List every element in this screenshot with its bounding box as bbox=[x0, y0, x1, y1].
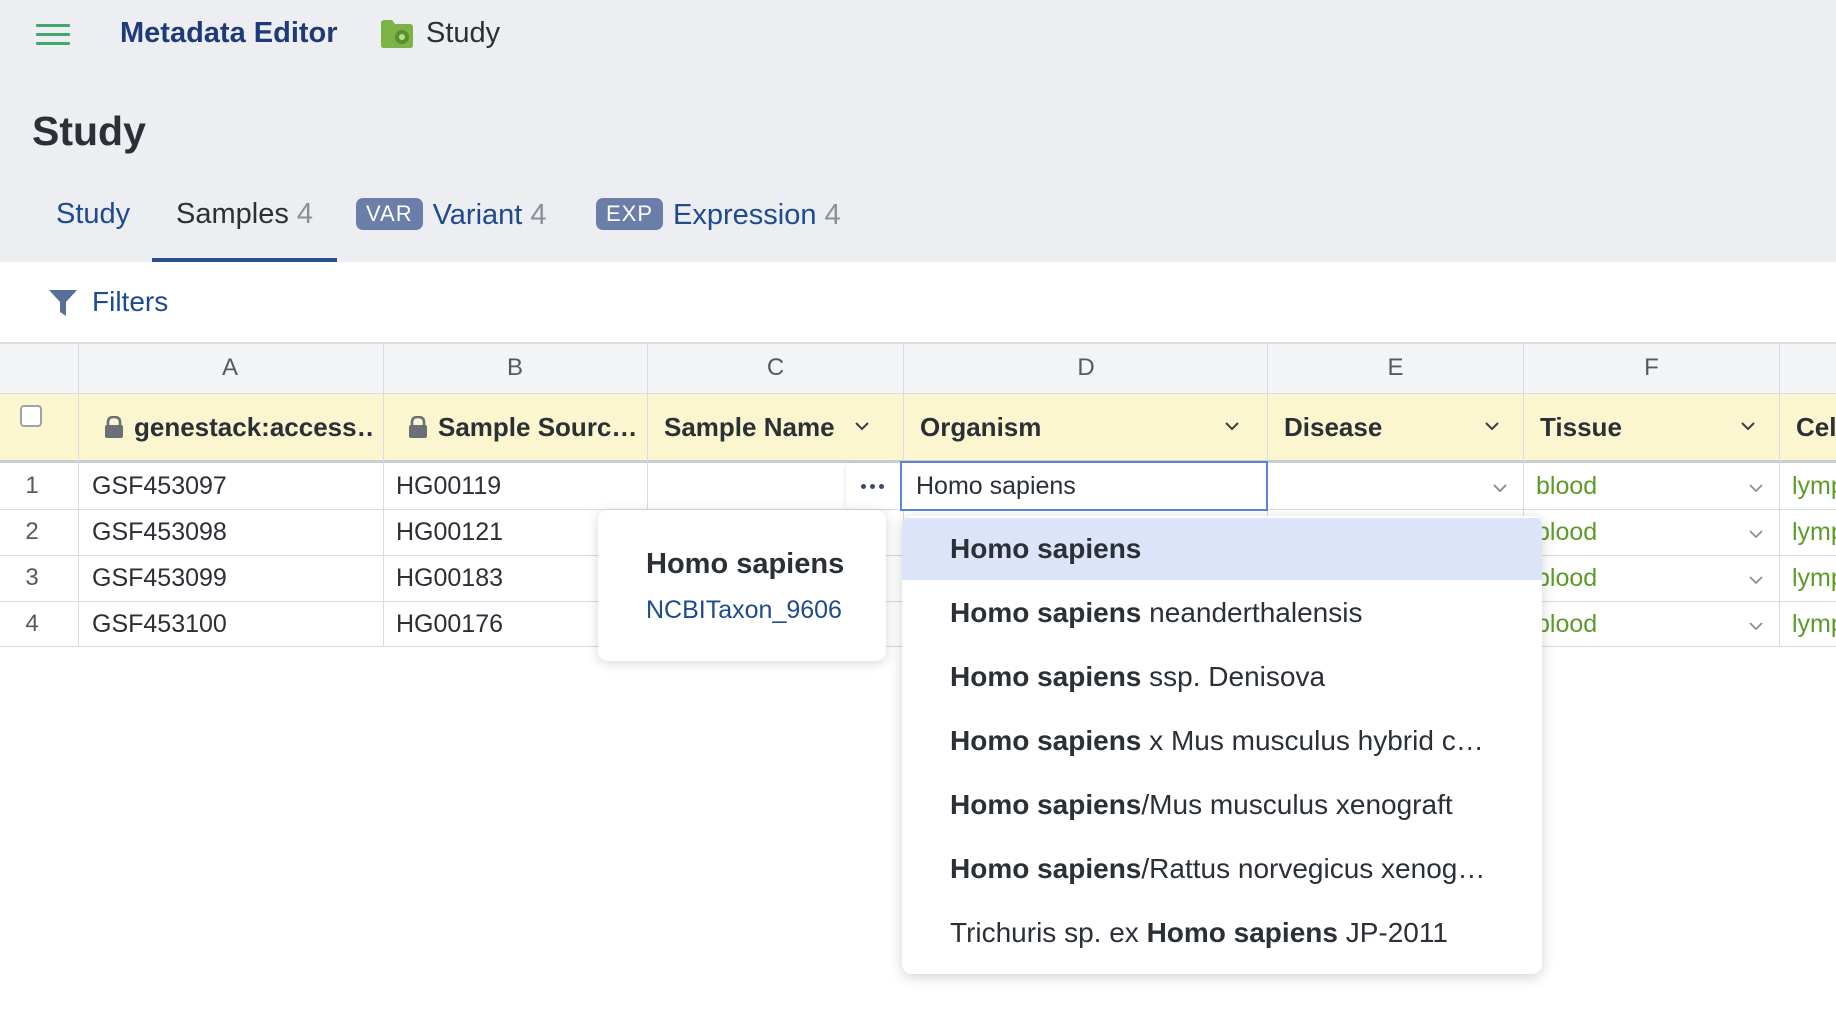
tab-expression[interactable]: EXP Expression 4 bbox=[596, 198, 841, 262]
tab-label: Samples bbox=[176, 198, 289, 230]
chevron-down-icon[interactable] bbox=[854, 418, 870, 434]
chevron-down-icon[interactable] bbox=[1748, 572, 1764, 588]
header-tissue[interactable]: Tissue bbox=[1540, 394, 1778, 460]
suggestion-option[interactable]: Homo sapiens neanderthalensis bbox=[902, 582, 1542, 644]
tooltip-term-id-link[interactable]: NCBITaxon_9606 bbox=[646, 596, 842, 625]
cell-accession[interactable]: GSF453098 bbox=[92, 518, 227, 547]
tab-variant[interactable]: VAR Variant 4 bbox=[356, 198, 546, 262]
cell-sample-source[interactable]: HG00121 bbox=[396, 518, 503, 547]
header-label: Cel bbox=[1796, 411, 1836, 442]
more-dots-icon[interactable] bbox=[846, 463, 898, 509]
suggestion-option[interactable]: Homo sapiens x Mus musculus hybrid c… bbox=[902, 710, 1542, 772]
row-number: 2 bbox=[25, 518, 39, 545]
breadcrumb-study[interactable]: Study bbox=[426, 17, 500, 50]
column-letter-f: F bbox=[1644, 354, 1659, 381]
chevron-down-icon[interactable] bbox=[1224, 418, 1240, 434]
cell-cell-type[interactable]: lymp bbox=[1792, 472, 1836, 501]
suggestion-option[interactable]: Homo sapiens/Rattus norvegicus xenog… bbox=[902, 838, 1542, 900]
tab-count: 4 bbox=[296, 198, 313, 230]
cell-cell-type[interactable]: lymp bbox=[1792, 610, 1836, 639]
chevron-down-icon[interactable] bbox=[1484, 418, 1500, 434]
chevron-down-icon[interactable] bbox=[1748, 618, 1764, 634]
cell-sample-source[interactable]: HG00183 bbox=[396, 564, 503, 593]
suggestion-option[interactable]: Homo sapiens/Mus musculus xenograft bbox=[902, 774, 1542, 836]
header-sample-name[interactable]: Sample Name bbox=[664, 394, 894, 460]
hamburger-menu-icon[interactable] bbox=[36, 24, 70, 46]
column-letter-b: B bbox=[506, 354, 523, 381]
tab-count: 4 bbox=[530, 199, 547, 231]
header-label: Organism bbox=[920, 411, 1042, 442]
tab-label: Expression bbox=[673, 199, 817, 231]
row-number: 1 bbox=[25, 472, 39, 499]
cell-sample-source[interactable]: HG00119 bbox=[396, 472, 501, 501]
suggestion-option[interactable]: Homo sapiens bbox=[902, 518, 1542, 580]
filter-icon bbox=[49, 290, 77, 316]
cell-accession[interactable]: GSF453099 bbox=[92, 564, 227, 593]
cell-cell-type[interactable]: lymp bbox=[1792, 564, 1836, 593]
header-organism[interactable]: Organism bbox=[920, 394, 1266, 460]
column-letter-e: E bbox=[1387, 354, 1404, 381]
column-letter-a: A bbox=[221, 354, 238, 381]
cell-accession[interactable]: GSF453097 bbox=[92, 472, 227, 501]
header-label: Sample Name bbox=[664, 411, 835, 442]
tab-count: 4 bbox=[824, 199, 841, 231]
suggestion-option[interactable]: Trichuris sp. ex Homo sapiens JP-2011 bbox=[902, 902, 1542, 964]
header-disease[interactable]: Disease bbox=[1284, 394, 1522, 460]
cell-tissue[interactable]: blood bbox=[1536, 518, 1597, 547]
suggestion-option[interactable]: Homo sapiens ssp. Denisova bbox=[902, 646, 1542, 708]
tab-samples[interactable]: Samples 4 bbox=[152, 198, 337, 262]
filters-label: Filters bbox=[92, 286, 169, 317]
header-cell[interactable]: Cel bbox=[1796, 394, 1836, 460]
lock-icon bbox=[105, 416, 123, 438]
cell-accession[interactable]: GSF453100 bbox=[92, 610, 227, 639]
lock-icon bbox=[409, 416, 427, 438]
tab-study[interactable]: Study bbox=[56, 198, 130, 262]
chevron-down-icon[interactable] bbox=[1748, 480, 1764, 496]
chevron-down-icon[interactable] bbox=[1740, 418, 1756, 434]
expression-badge: EXP bbox=[596, 198, 664, 230]
page-title: Study bbox=[32, 108, 146, 154]
cell-cell-type[interactable]: lymp bbox=[1792, 518, 1836, 547]
term-tooltip: Homo sapiens NCBITaxon_9606 bbox=[598, 510, 886, 661]
header-label: Disease bbox=[1284, 411, 1383, 442]
row-number: 3 bbox=[25, 564, 39, 591]
tab-label: Variant bbox=[432, 199, 523, 231]
chevron-down-icon[interactable] bbox=[1492, 480, 1508, 496]
select-all-checkbox[interactable] bbox=[20, 405, 42, 427]
organism-suggestions-dropdown: Homo sapiens Homo sapiens neanderthalens… bbox=[902, 516, 1542, 974]
header-accession[interactable]: genestack:access… bbox=[104, 394, 374, 460]
header-sample-source[interactable]: Sample Sourc… bbox=[408, 394, 638, 460]
column-letter-c: C bbox=[766, 354, 785, 381]
header-label: genestack:access… bbox=[134, 411, 374, 442]
cell-sample-source[interactable]: HG00176 bbox=[396, 610, 503, 639]
tab-label: Study bbox=[56, 198, 131, 230]
cell-tissue[interactable]: blood bbox=[1536, 564, 1597, 593]
header-label: Sample Sourc… bbox=[438, 411, 638, 442]
organism-input[interactable] bbox=[900, 461, 1268, 511]
app-title[interactable]: Metadata Editor bbox=[120, 17, 338, 50]
top-bar: Metadata Editor Study Study Study Sample… bbox=[0, 0, 1836, 262]
column-letter-d: D bbox=[1077, 354, 1095, 381]
cell-tissue[interactable]: blood bbox=[1536, 610, 1597, 639]
tooltip-term-name: Homo sapiens bbox=[646, 548, 845, 580]
header-label: Tissue bbox=[1540, 411, 1622, 442]
chevron-down-icon[interactable] bbox=[1748, 526, 1764, 542]
cell-tissue[interactable]: blood bbox=[1536, 472, 1597, 501]
variant-badge: VAR bbox=[356, 198, 423, 230]
row-number: 4 bbox=[25, 610, 39, 637]
folder-icon bbox=[381, 20, 413, 48]
